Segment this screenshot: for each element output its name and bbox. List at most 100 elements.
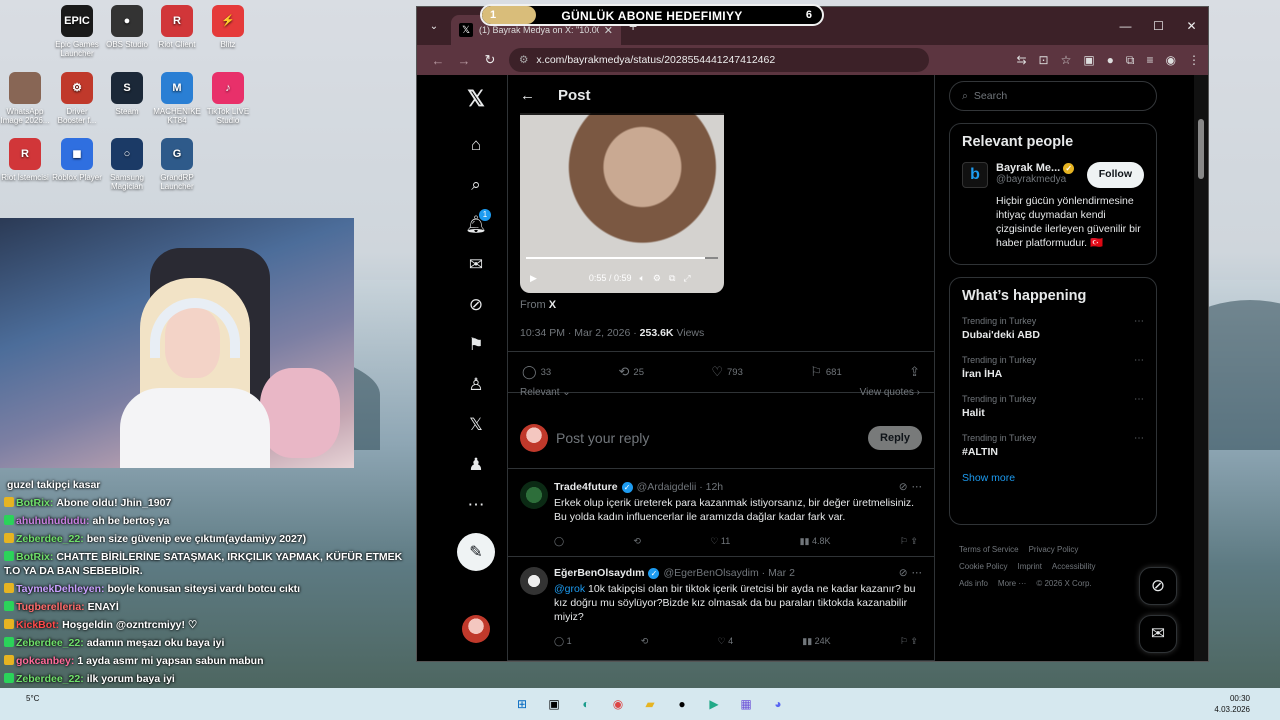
more-options-icon[interactable]: ⋯ [912, 481, 923, 493]
messages-fab-icon[interactable]: ✉ [1139, 615, 1177, 653]
views-action[interactable]: ▮▮ 24K [802, 636, 830, 647]
more-options-icon[interactable]: ⋯ [1134, 316, 1144, 327]
show-more-link[interactable]: Show more [962, 472, 1144, 484]
grok-icon[interactable]: ⊘ [899, 567, 908, 579]
system-clock[interactable]: 00:30 4.03.2026 [1214, 693, 1250, 715]
pip-icon[interactable]: ⧉ [669, 273, 675, 284]
desktop-icon[interactable]: ● OBS Studio [102, 5, 152, 49]
discord-icon[interactable]: ◕ [766, 692, 790, 716]
chrome-icon[interactable]: ◉ [606, 692, 630, 716]
desktop-icon[interactable]: ⚙ Driver Booster f... [52, 72, 102, 125]
footer-link[interactable]: © 2026 X Corp. [1036, 579, 1091, 588]
footer-link[interactable]: More ··· [998, 579, 1026, 588]
site-info-icon[interactable]: ⚙ [519, 54, 528, 66]
home-icon[interactable]: ⌂ [455, 127, 497, 163]
like-action[interactable]: ♡ 793 [711, 364, 743, 380]
footer-link[interactable]: Ads info [959, 579, 988, 588]
bookmark-action[interactable]: ⚐ 681 [810, 364, 842, 380]
views-action[interactable]: ▮▮ 4.8K [800, 536, 831, 547]
desktop-icon[interactable]: R Riot İstemcisi [0, 138, 50, 182]
desktop-icon[interactable]: G GrandRP Launcher [152, 138, 202, 191]
bookmark-star-icon[interactable]: ☆ [1061, 53, 1072, 68]
puzzle-icon[interactable]: ⧉ [1126, 53, 1135, 68]
repost-icon[interactable]: ⟲ [633, 536, 641, 547]
desktop-icon[interactable]: R Riot Client [152, 5, 202, 49]
footer-link[interactable]: Imprint [1017, 562, 1041, 571]
person-name[interactable]: Bayrak Me... [996, 162, 1060, 174]
install-icon[interactable]: ⊡ [1039, 53, 1049, 68]
footer-link[interactable]: Privacy Policy [1029, 545, 1079, 554]
menu-icon[interactable]: ⋮ [1188, 53, 1200, 68]
fullscreen-icon[interactable]: ⤢ [683, 273, 690, 284]
profile-icon[interactable]: ◉ [1166, 53, 1176, 68]
app-icon[interactable]: ▶ [702, 692, 726, 716]
reply-action[interactable]: ◯ 1 [554, 636, 572, 647]
translate-icon[interactable]: ⇆ [1016, 53, 1026, 68]
x-logo-icon[interactable]: 𝕏 [455, 81, 497, 117]
settings-icon[interactable]: ⚙ [653, 273, 661, 284]
back-icon[interactable]: ← [425, 53, 451, 68]
messages-icon[interactable]: ✉ [455, 247, 497, 283]
notifications-icon[interactable]: 🔔︎ 1 [455, 207, 497, 243]
premium-x-icon[interactable]: 𝕏 [455, 407, 497, 443]
bookmarks-icon[interactable]: ⚑ [455, 327, 497, 363]
more-icon[interactable]: ⋯ [455, 487, 497, 523]
grok-icon[interactable]: ⊘ [899, 481, 908, 493]
avatar[interactable] [520, 481, 548, 509]
grok-fab-icon[interactable]: ⊘ [1139, 567, 1177, 605]
reply-tweet[interactable]: EğerBenOlsaydım ✓ @EgerBenOlsaydim · Mar… [508, 557, 934, 661]
more-options-icon[interactable]: ⋯ [912, 567, 923, 579]
communities-icon[interactable]: ♙ [455, 367, 497, 403]
reply-sort-dropdown[interactable]: Relevant ⌄ [520, 387, 571, 398]
edge-icon[interactable]: ◐ [574, 692, 598, 716]
forward-icon[interactable]: → [451, 53, 477, 68]
desktop-icon[interactable]: ◼ Roblox Player [52, 138, 102, 182]
extension-icon[interactable]: ▣ [1083, 53, 1094, 68]
footer-link[interactable]: Accessibility [1052, 562, 1096, 571]
back-arrow-icon[interactable]: ← [520, 87, 550, 104]
more-options-icon[interactable]: ⋯ [1134, 433, 1144, 444]
avatar[interactable]: b [962, 162, 988, 188]
from-source[interactable]: X [549, 299, 556, 311]
file-explorer-icon[interactable]: ▰ [638, 692, 662, 716]
reply-input[interactable]: Post your reply [556, 430, 649, 446]
desktop-icon[interactable]: ○ Samsung Magician [102, 138, 152, 191]
tweet-author-name[interactable]: EğerBenOlsaydım [554, 567, 644, 579]
repost-action[interactable]: ⟲ 25 [619, 364, 644, 380]
app-icon[interactable]: ▦ [734, 692, 758, 716]
windows-start-icon[interactable]: ⊞ [510, 692, 534, 716]
url-input[interactable]: ⚙ x.com/bayrakmedya/status/2028554441247… [509, 48, 929, 72]
reply-tweet[interactable]: Trade4future ✓ @Ardaigdelii · 12h ⊘ ⋯ Er… [508, 471, 934, 557]
desktop-icon[interactable]: EPIC Epic Games Launcher [52, 5, 102, 58]
trend-item[interactable]: Trending in Turkey Dubai'deki ABD ⋯ [962, 316, 1144, 341]
desktop-icon[interactable]: ♪ TikTok LIVE Studio [203, 72, 253, 125]
reply-icon[interactable]: ◯ [554, 536, 564, 547]
more-options-icon[interactable]: ⋯ [1134, 355, 1144, 366]
grok-icon[interactable]: ⊘ [455, 287, 497, 323]
trend-item[interactable]: Trending in Turkey #ALTIN ⋯ [962, 433, 1144, 458]
avatar[interactable] [520, 567, 548, 595]
weather-widget[interactable]: 5°C [26, 694, 39, 703]
trend-item[interactable]: Trending in Turkey İran İHA ⋯ [962, 355, 1144, 380]
compose-post-button[interactable]: ✎ [457, 533, 495, 571]
profile-icon[interactable]: ♟ [455, 447, 497, 483]
footer-link[interactable]: Cookie Policy [959, 562, 1007, 571]
tab-search-icon[interactable]: ⌄ [423, 15, 445, 37]
more-options-icon[interactable]: ⋯ [1134, 394, 1144, 405]
maximize-icon[interactable]: ☐ [1142, 7, 1175, 45]
desktop-icon[interactable]: WhatsApp Image 2026... [0, 72, 50, 125]
obs-icon[interactable]: ● [670, 692, 694, 716]
desktop-icon[interactable]: M MACHENIKE KT84 [152, 72, 202, 125]
search-input[interactable]: ⌕ Search [949, 81, 1157, 111]
task-view-icon[interactable]: ▣ [542, 692, 566, 716]
page-scrollbar[interactable] [1194, 75, 1208, 661]
minimize-icon[interactable]: — [1109, 7, 1142, 45]
follow-button[interactable]: Follow [1086, 162, 1144, 188]
bookmark-share-icons[interactable]: ⚐ ⇪ [900, 636, 918, 647]
repost-icon[interactable]: ⟲ [641, 636, 649, 647]
tweet-author-name[interactable]: Trade4future [554, 481, 618, 493]
video-progress-bar[interactable] [526, 257, 718, 259]
volume-icon[interactable]: 🔈︎ [639, 273, 644, 284]
desktop-icon[interactable]: S Steam [102, 72, 152, 116]
reload-icon[interactable]: ↻ [477, 52, 503, 68]
